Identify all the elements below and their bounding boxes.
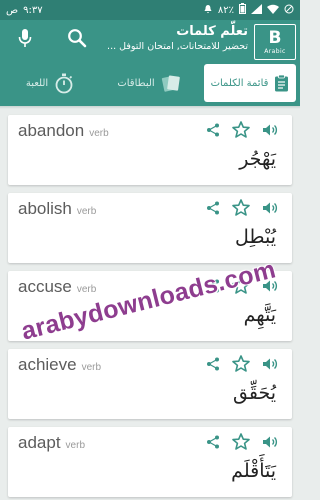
tab-game-label: اللعبة (25, 77, 49, 89)
word-english: accuse verb (18, 277, 96, 297)
status-right: ٨٢٪ (203, 3, 294, 17)
stopwatch-icon (54, 72, 74, 94)
word-english: abolish verb (18, 199, 96, 219)
clock: ٩:٣٧ (23, 4, 43, 16)
word-text: adapt (18, 433, 61, 452)
tab-word-list[interactable]: قائمة الكلمات (204, 64, 296, 102)
word-translation: يَتَأَقْلَم (231, 460, 276, 482)
word-card[interactable]: abolish verb يُبْطِل (8, 193, 292, 263)
wifi-icon (267, 4, 279, 17)
status-left: ص ٩:٣٧ (6, 5, 43, 16)
star-icon[interactable] (232, 199, 250, 220)
card-actions (206, 199, 278, 220)
star-icon[interactable] (232, 433, 250, 454)
word-pos: verb (89, 128, 109, 139)
search-button[interactable] (64, 27, 90, 53)
word-pos: verb (65, 440, 85, 451)
tab-game[interactable]: اللعبة (0, 60, 100, 106)
star-icon[interactable] (232, 121, 250, 142)
word-card[interactable]: adapt verb يَتَأَقْلَم (8, 427, 292, 497)
tab-word-list-label: قائمة الكلمات (210, 77, 269, 89)
word-translation: يُحَقِّق (232, 382, 276, 404)
clipboard-icon (274, 74, 289, 92)
card-actions (206, 433, 278, 454)
speaker-icon[interactable] (262, 278, 278, 297)
silent-icon (284, 4, 294, 17)
carrier-indicator: ص (6, 4, 19, 16)
speaker-icon[interactable] (262, 122, 278, 141)
word-card[interactable]: accuse verb يَتَّهِم (8, 271, 292, 341)
logo-language: Arabic (264, 47, 286, 55)
word-pos: verb (81, 362, 102, 373)
share-icon[interactable] (206, 356, 220, 375)
star-icon[interactable] (232, 277, 250, 298)
word-english: adapt verb (18, 433, 85, 453)
share-icon[interactable] (206, 434, 220, 453)
speaker-icon[interactable] (262, 434, 278, 453)
mic-button[interactable] (12, 27, 38, 53)
status-bar: ص ٩:٣٧ ٨٢٪ (0, 0, 300, 20)
share-icon[interactable] (206, 278, 220, 297)
signal-icon (251, 3, 262, 17)
tab-bar: قائمة الكلمات البطاقات اللعبة (0, 60, 300, 106)
notification-icon (203, 4, 213, 17)
word-card[interactable]: abandon verb يَهْجُر (8, 115, 292, 185)
word-text: abolish (18, 199, 72, 218)
card-actions (206, 355, 278, 376)
app-subtitle: تحضير للامتحانات, امتحان التوفل ... (107, 41, 248, 52)
tab-flashcards[interactable]: البطاقات (100, 60, 200, 106)
card-actions (206, 121, 278, 142)
word-text: abandon (18, 121, 85, 140)
word-text: achieve (18, 355, 77, 374)
app-title: تعلّم كلمات (176, 24, 248, 39)
battery-percent: ٨٢٪ (217, 4, 234, 16)
speaker-icon[interactable] (262, 200, 278, 219)
star-icon[interactable] (232, 355, 250, 376)
share-icon[interactable] (206, 200, 220, 219)
search-icon (67, 28, 87, 52)
word-translation: يُبْطِل (235, 226, 276, 248)
word-english: abandon verb (18, 121, 109, 141)
app-logo: B Arabic (254, 24, 296, 60)
word-pos: verb (76, 206, 97, 217)
word-text: accuse (18, 277, 72, 296)
app-bar: تعلّم كلمات تحضير للامتحانات, امتحان الت… (0, 20, 300, 60)
word-card[interactable]: achieve verb يُحَقِّق (8, 349, 292, 419)
card-actions (206, 277, 278, 298)
battery-icon (239, 3, 246, 17)
word-pos: verb (76, 284, 97, 295)
word-translation: يَهْجُر (239, 148, 276, 170)
speaker-icon[interactable] (262, 356, 278, 375)
logo-mark: B (268, 27, 282, 48)
tab-flashcards-label: البطاقات (117, 77, 155, 89)
mic-icon (17, 28, 33, 52)
tab-bar-shadow (0, 106, 300, 109)
share-icon[interactable] (206, 122, 220, 141)
cards-icon (161, 74, 183, 92)
app-titles: تعلّم كلمات تحضير للامتحانات, امتحان الت… (98, 24, 248, 54)
word-translation: يَتَّهِم (243, 304, 276, 326)
word-english: achieve verb (18, 355, 101, 375)
